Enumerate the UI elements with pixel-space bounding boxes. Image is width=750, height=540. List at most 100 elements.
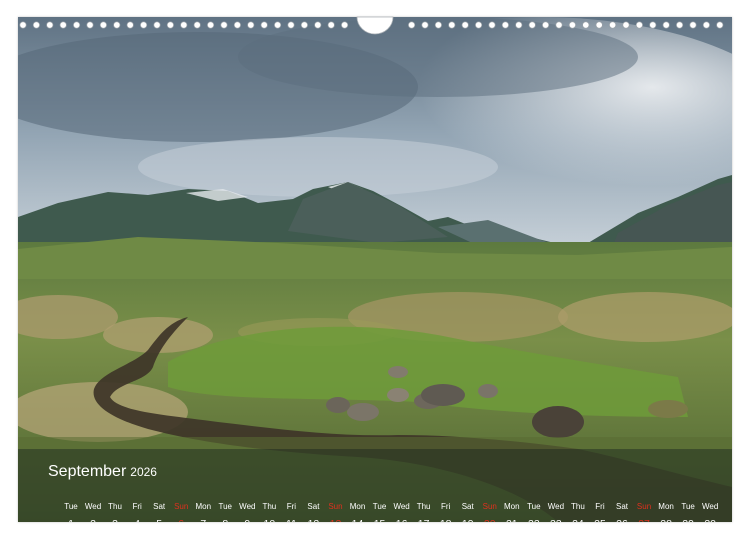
day-cell: Fri 11 [280,502,302,522]
month-title: September 2026 [48,463,157,481]
binding-hole [140,21,148,29]
day-number: 20 [479,517,501,522]
hanger-notch [356,16,394,35]
binding-hole [327,21,335,29]
day-number: 28 [655,517,677,522]
day-number: 19 [457,517,479,522]
binding-hole [59,21,67,29]
day-cell: Sat 19 [457,502,479,522]
binding-hole [434,21,442,29]
day-cell: Sat 5 [148,502,170,522]
month-name: September [48,463,127,480]
weekday-label: Mon [504,502,520,511]
binding-hole [595,21,603,29]
weekday-label: Tue [218,502,233,511]
day-number: 26 [611,517,633,522]
binding-hole [300,21,308,29]
binding-hole [555,21,563,29]
day-number: 11 [280,517,302,522]
day-cell: Tue 22 [523,502,545,522]
weekday-label: Sat [153,502,166,511]
day-cell: Wed 2 [82,502,104,522]
day-cell: Thu 3 [104,502,126,522]
day-number: 5 [148,517,170,522]
binding-hole [126,21,134,29]
day-cell: Wed 30 [699,502,721,522]
day-number: 1 [60,517,82,522]
weekday-label: Fri [132,502,142,511]
binding-hole [635,21,643,29]
binding-hole [461,21,469,29]
day-cell: Mon 28 [655,502,677,522]
day-cell: Fri 25 [589,502,611,522]
binding-hole [99,21,107,29]
binding-hole [515,21,523,29]
weekday-label: Tue [372,502,387,511]
day-number: 24 [567,517,589,522]
day-cell: Sun 13 [324,502,346,522]
day-cell: Mon 21 [501,502,523,522]
binding-hole [716,21,724,29]
day-cell: Thu 17 [413,502,435,522]
day-number: 29 [677,517,699,522]
day-number: 14 [347,517,369,522]
day-cell: Tue 15 [369,502,391,522]
day-number: 8 [214,517,236,522]
binding-hole [689,21,697,29]
binding-hole [46,21,54,29]
day-cell: Mon 14 [347,502,369,522]
weekday-label: Sat [615,502,628,511]
binding-hole [314,21,322,29]
day-number: 2 [82,517,104,522]
weekday-label: Sun [636,502,652,511]
day-cell: Sun 6 [170,502,192,522]
day-cell: Tue 1 [60,502,82,522]
weekday-label: Fri [286,502,297,511]
weekday-label: Sat [461,502,474,511]
binding-hole [609,21,617,29]
binding-hole [488,21,496,29]
weekday-label: Thu [108,502,122,511]
binding-hole [702,21,710,29]
day-number: 18 [435,517,457,522]
weekday-label: Thu [571,502,585,511]
day-number: 15 [369,517,391,522]
binding-hole [274,21,282,29]
spiral-binding [19,16,724,35]
day-cell: Fri 4 [126,502,148,522]
binding-hole [32,21,40,29]
weekday-label: Thu [262,502,277,511]
binding-hole [421,21,429,29]
day-number: 30 [699,517,721,522]
binding-hole [86,21,94,29]
day-cell: Wed 23 [545,502,567,522]
day-number: 9 [236,517,258,522]
day-cell: Thu 10 [258,502,280,522]
day-number: 4 [126,517,148,522]
day-cell: Tue 8 [214,502,236,522]
day-number: 17 [413,517,435,522]
binding-hole [475,21,483,29]
binding-hole [528,21,536,29]
day-number: 3 [104,517,126,522]
weekday-label: Mon [658,502,674,511]
binding-hole [341,21,349,29]
weekday-label: Mon [349,502,366,511]
binding-hole [662,21,670,29]
day-cell: Tue 29 [677,502,699,522]
year-label: 2026 [130,465,157,479]
day-cell: Sat 26 [611,502,633,522]
weekday-label: Wed [702,502,719,511]
weekday-label: Tue [64,502,78,511]
binding-hole [207,21,215,29]
day-number: 21 [501,517,523,522]
day-number: 7 [192,517,214,522]
day-cell: Thu 24 [567,502,589,522]
weekday-label: Thu [416,502,431,511]
binding-hole [113,21,121,29]
day-cell: Mon 7 [192,502,214,522]
binding-hole [166,21,174,29]
calendar-page: September2026 Tue1Wed2Thu3Fri4Sat5Sun6Mo… [18,17,732,522]
binding-hole [408,21,416,29]
weekday-label: Mon [195,502,212,511]
